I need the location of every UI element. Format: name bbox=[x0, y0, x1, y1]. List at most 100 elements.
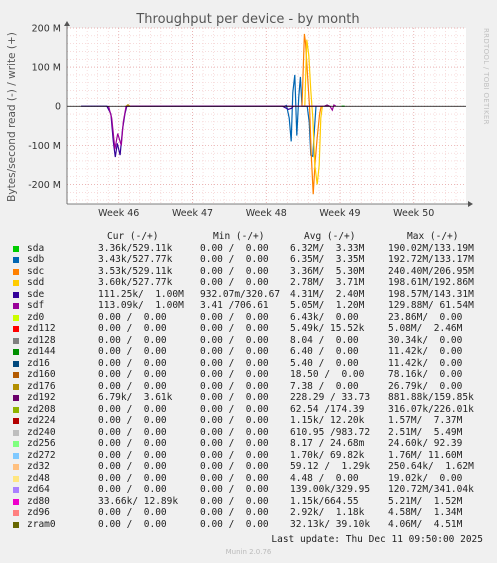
legend-max: 1.57M/ 7.37M bbox=[388, 415, 463, 426]
legend-avg: 4.48 / 0.00 bbox=[290, 472, 359, 484]
legend-max: 5.21M/ 1.52M bbox=[388, 495, 463, 507]
legend-min: 0.00 / 0.00 bbox=[200, 369, 269, 380]
legend-max: 2.51M/ 5.49M bbox=[388, 426, 463, 438]
legend-max: 316.07k/226.01k bbox=[388, 403, 474, 415]
legend-avg: 59.12 / 1.29k bbox=[290, 461, 371, 472]
legend-swatch bbox=[13, 314, 19, 321]
header-cur: Cur (-/+) bbox=[107, 231, 159, 242]
y-tick-label: 200 M bbox=[32, 24, 61, 35]
y-axis-label: Bytes/second read (-) / write (+) bbox=[6, 32, 18, 202]
legend-swatch bbox=[13, 475, 19, 482]
legend-min: 3.41 /706.61 bbox=[200, 300, 269, 311]
legend-swatch bbox=[13, 429, 19, 436]
legend-max: 240.40M/206.95M bbox=[388, 265, 474, 277]
legend-max: 11.42k/ 0.00 bbox=[388, 346, 463, 357]
legend-cur: 113.09k/ 1.00M bbox=[98, 300, 184, 311]
legend-avg: 6.32M/ 3.33M bbox=[290, 242, 365, 254]
legend-name: zd208 bbox=[27, 403, 56, 415]
legend-max: 129.88M/ 61.54M bbox=[388, 300, 474, 311]
legend-min: 0.00 / 0.00 bbox=[200, 254, 269, 265]
legend-swatch bbox=[13, 383, 19, 390]
legend-max: 26.79k/ 0.00 bbox=[388, 380, 463, 392]
legend-cur: 0.00 / 0.00 bbox=[98, 334, 167, 346]
legend-swatch bbox=[13, 326, 19, 332]
legend-swatch bbox=[13, 268, 19, 275]
legend-name: zd224 bbox=[27, 415, 56, 426]
y-tick-label: -200 M bbox=[28, 180, 61, 191]
legend-cur: 0.00 / 0.00 bbox=[98, 484, 167, 495]
legend-min: 0.00 / 0.00 bbox=[200, 415, 269, 426]
legend-swatch bbox=[13, 441, 19, 447]
legend-swatch bbox=[13, 395, 19, 401]
legend-table: Cur (-/+) Min (-/+) Avg (-/+) Max (-/+) … bbox=[0, 231, 497, 530]
legend-row-zd144: zd144 0.00 / 0.00 0.00 / 0.00 6.40 / 0.00 11… bbox=[0, 346, 497, 358]
legend-avg: 1.15k/ 12.20k bbox=[290, 415, 365, 426]
legend-row-sdb: sdb 3.43k/527.77k 0.00 / 0.00 6.35M/ 3.35M 1… bbox=[0, 254, 497, 266]
legend-max: 192.72M/133.17M bbox=[388, 254, 474, 265]
legend-swatch bbox=[13, 487, 19, 493]
legend-swatch bbox=[13, 406, 19, 413]
header-avg: Avg (-/+) bbox=[304, 231, 356, 242]
x-tick-label: Week 50 bbox=[393, 208, 434, 219]
legend-min: 0.00 / 0.00 bbox=[200, 507, 269, 518]
legend-name: zd112 bbox=[27, 323, 56, 334]
legend-name: sdd bbox=[27, 277, 45, 288]
legend-min: 0.00 / 0.00 bbox=[200, 242, 269, 254]
chart: Throughput per device - by month Bytes/s… bbox=[6, 12, 490, 219]
x-tick-label: Week 49 bbox=[319, 208, 360, 219]
legend-avg: 3.36M/ 5.30M bbox=[290, 265, 365, 277]
legend-name: sdf bbox=[27, 300, 45, 311]
legend-cur: 3.60k/527.77k bbox=[98, 277, 173, 288]
legend-row-zd48: zd48 0.00 / 0.00 0.00 / 0.00 4.48 / 0.00 19.… bbox=[0, 473, 497, 485]
legend-name: zram0 bbox=[27, 518, 56, 530]
legend-cur: 3.53k/529.11k bbox=[98, 265, 173, 277]
legend-cur: 0.00 / 0.00 bbox=[98, 415, 167, 426]
x-tick-label: Week 46 bbox=[98, 208, 139, 219]
legend-row-zd16: zd16 0.00 / 0.00 0.00 / 0.00 5.40 / 0.00 11.… bbox=[0, 358, 497, 370]
legend-row-zd0: zd0 0.00 / 0.00 0.00 / 0.00 6.43k/ 0.00 23.8… bbox=[0, 312, 497, 324]
legend-row-zd128: zd128 0.00 / 0.00 0.00 / 0.00 8.04 / 0.00 30… bbox=[0, 335, 497, 347]
legend-max: 30.34k/ 0.00 bbox=[388, 334, 463, 346]
legend-avg: 8.17 / 24.68m bbox=[290, 438, 365, 449]
legend-name: sdc bbox=[27, 265, 45, 277]
legend-max: 198.61M/192.86M bbox=[388, 277, 474, 288]
legend-name: zd80 bbox=[27, 495, 50, 507]
legend-name: sde bbox=[27, 288, 45, 300]
legend-row-zd80: zd80 33.66k/ 12.89k 0.00 / 0.00 1.15k/664.5… bbox=[0, 496, 497, 508]
legend-name: zd128 bbox=[27, 334, 56, 346]
legend-avg: 5.40 / 0.00 bbox=[290, 357, 359, 369]
munin-version: Munin 2.0.76 bbox=[225, 548, 272, 556]
legend-max: 190.02M/133.19M bbox=[388, 242, 474, 254]
legend-avg: 6.40 / 0.00 bbox=[290, 346, 359, 357]
legend-min: 0.00 / 0.00 bbox=[200, 403, 269, 415]
legend-name: zd192 bbox=[27, 392, 56, 403]
legend-max: 19.02k/ 0.00 bbox=[388, 472, 463, 484]
legend-avg: 2.78M/ 3.71M bbox=[290, 277, 365, 288]
legend-row-sdd: sdd 3.60k/527.77k 0.00 / 0.00 2.78M/ 3.71M 1… bbox=[0, 277, 497, 289]
legend-swatch bbox=[13, 510, 19, 516]
legend-avg: 610.95 /983.72 bbox=[290, 426, 371, 438]
legend-max: 1.76M/ 11.60M bbox=[388, 449, 463, 461]
legend-name: sda bbox=[27, 242, 45, 254]
legend-name: zd32 bbox=[27, 461, 50, 472]
legend-swatch bbox=[13, 521, 19, 528]
legend-name: zd176 bbox=[27, 380, 56, 392]
legend-swatch bbox=[13, 418, 19, 424]
legend-cur: 0.00 / 0.00 bbox=[98, 403, 167, 415]
legend-swatch bbox=[13, 452, 19, 459]
legend-max: 881.88k/159.85k bbox=[388, 392, 474, 403]
legend-row-zd64: zd64 0.00 / 0.00 0.00 / 0.00 139.00k/329.95… bbox=[0, 484, 497, 496]
legend-swatch bbox=[13, 257, 19, 263]
legend-min: 0.00 / 0.00 bbox=[200, 518, 269, 530]
legend-name: zd96 bbox=[27, 507, 50, 518]
legend-row-zd208: zd208 0.00 / 0.00 0.00 / 0.00 62.54 /174.39… bbox=[0, 404, 497, 416]
legend-min: 0.00 / 0.00 bbox=[200, 380, 269, 392]
legend-min: 0.00 / 0.00 bbox=[200, 438, 269, 449]
legend-row-zd32: zd32 0.00 / 0.00 0.00 / 0.00 59.12 / 1.29k 2… bbox=[0, 461, 497, 473]
legend-cur: 0.00 / 0.00 bbox=[98, 380, 167, 392]
legend-swatch bbox=[13, 498, 19, 505]
legend-avg: 6.35M/ 3.35M bbox=[290, 254, 365, 265]
legend-max: 24.60k/ 92.39 bbox=[388, 438, 463, 449]
legend-row-zd240: zd240 0.00 / 0.00 0.00 / 0.00 610.95 /983.7… bbox=[0, 427, 497, 439]
legend-swatch bbox=[13, 245, 19, 252]
